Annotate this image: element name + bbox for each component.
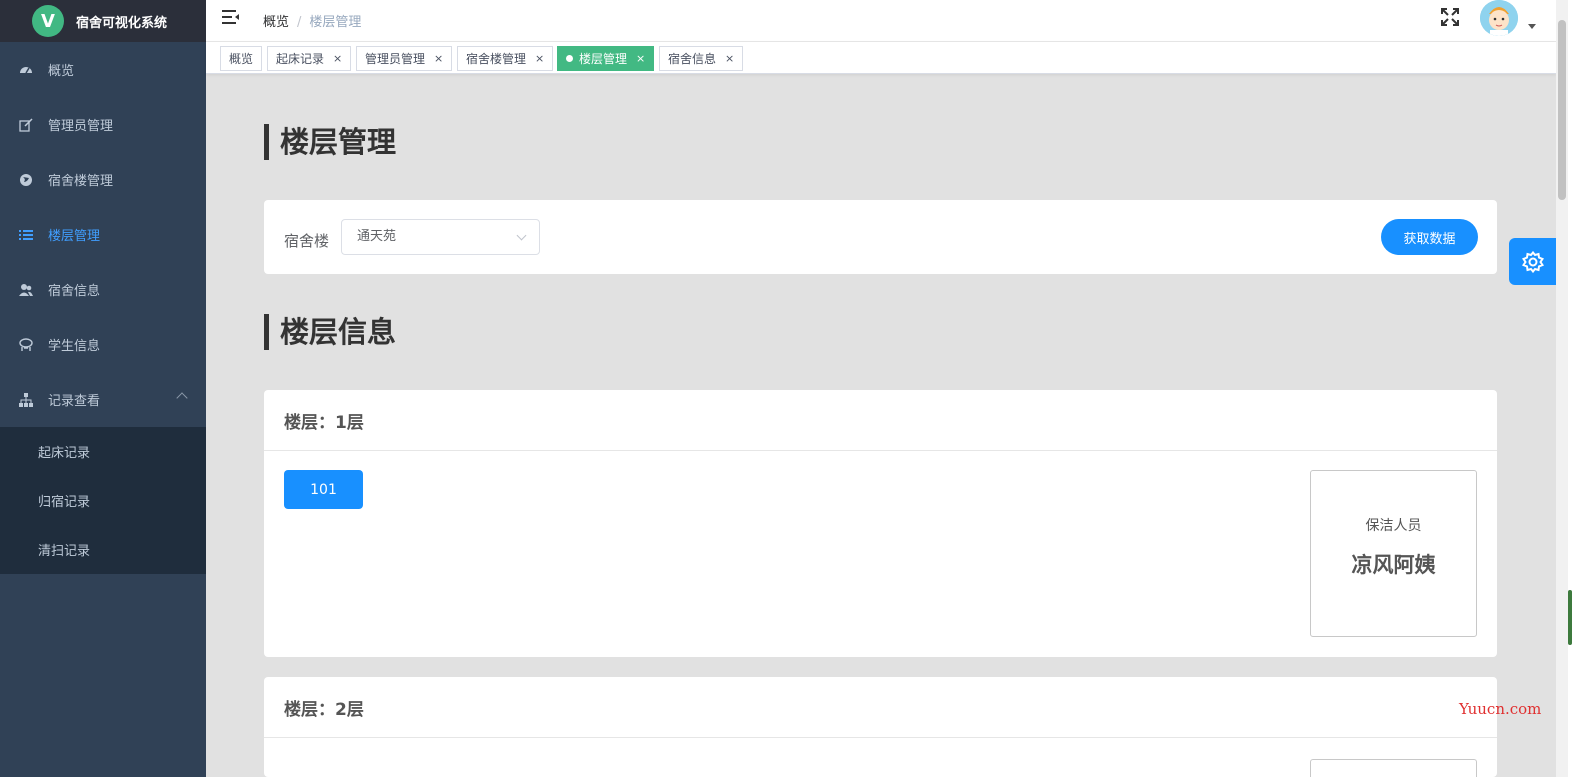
caret-down-icon[interactable] — [1528, 24, 1536, 29]
users-icon — [18, 282, 34, 298]
dashboard-icon — [18, 62, 34, 78]
submenu-item-cleaning[interactable]: 清扫记录 — [0, 525, 206, 574]
tag-building[interactable]: 宿舍楼管理 × — [457, 46, 554, 71]
floor-card: 楼层：2层 — [264, 677, 1497, 777]
tag-dorm-info[interactable]: 宿舍信息 × — [659, 46, 744, 71]
scrollbar-thumb[interactable] — [1558, 20, 1566, 200]
close-icon[interactable]: × — [333, 52, 342, 65]
close-icon[interactable]: × — [434, 52, 443, 65]
tag-label: 楼层管理 — [579, 52, 628, 66]
floor-title: 楼层：1层 — [264, 390, 1497, 451]
fullscreen-icon[interactable] — [1440, 7, 1460, 27]
section-title-floor-info: 楼层信息 — [264, 314, 396, 350]
sidebar-item-label: 管理员管理 — [48, 119, 114, 134]
logo[interactable]: V 宿舍可视化系统 — [0, 0, 206, 42]
sidebar-item-label: 学生信息 — [48, 339, 101, 354]
tag-label: 宿舍信息 — [668, 52, 717, 66]
avatar[interactable] — [1480, 0, 1518, 36]
tag-overview[interactable]: 概览 — [220, 46, 263, 71]
sidebar: V 宿舍可视化系统 概览 管理员管理 宿舍楼管理 楼层管理 宿舍信息 学生信息 … — [0, 0, 206, 777]
tags-view: 概览 起床记录 × 管理员管理 × 宿舍楼管理 × 楼层管理 × 宿舍信息 × — [206, 42, 1556, 74]
fetch-data-button[interactable]: 获取数据 — [1381, 219, 1478, 255]
sidebar-item-records[interactable]: 记录查看 — [0, 372, 206, 427]
cleaner-card — [1310, 759, 1477, 777]
building-select-value: 通天苑 — [357, 229, 397, 244]
sidebar-item-label: 楼层管理 — [48, 229, 101, 244]
scrollbar[interactable] — [1556, 0, 1568, 777]
settings-gear-icon[interactable] — [1509, 238, 1556, 285]
room-button[interactable]: 101 — [284, 470, 363, 509]
sidebar-item-label: 记录查看 — [48, 394, 101, 409]
edit-icon — [18, 117, 34, 133]
section-title-floor-management: 楼层管理 — [264, 124, 396, 160]
active-dot-icon — [566, 55, 573, 62]
edge-handle — [1568, 590, 1572, 645]
tag-label: 起床记录 — [276, 52, 325, 66]
close-icon[interactable]: × — [725, 52, 734, 65]
sidebar-item-label: 概览 — [48, 64, 75, 79]
records-submenu: 起床记录 归宿记录 清扫记录 — [0, 427, 206, 574]
floor-title: 楼层：2层 — [264, 677, 1497, 738]
globe-icon — [18, 172, 34, 188]
sidebar-item-overview[interactable]: 概览 — [0, 42, 206, 97]
right-edge — [1568, 0, 1594, 777]
tag-label: 宿舍楼管理 — [466, 52, 527, 66]
app-title: 宿舍可视化系统 — [76, 15, 168, 31]
sidebar-item-student[interactable]: 学生信息 — [0, 317, 206, 372]
navbar: 概览 / 楼层管理 — [206, 0, 1556, 42]
submenu-item-wakeup[interactable]: 起床记录 — [0, 427, 206, 476]
list-icon — [18, 227, 34, 243]
student-icon — [18, 337, 34, 353]
hamburger-icon[interactable] — [222, 9, 240, 25]
floor-card: 楼层：1层 101 保洁人员 凉风阿姨 — [264, 390, 1497, 657]
close-icon[interactable]: × — [636, 52, 645, 65]
breadcrumb-current: 楼层管理 — [309, 15, 362, 30]
tag-label: 概览 — [229, 52, 254, 66]
cleaner-name: 凉风阿姨 — [1351, 553, 1436, 577]
breadcrumb: 概览 / 楼层管理 — [263, 11, 361, 30]
breadcrumb-separator: / — [297, 15, 302, 30]
cleaner-card: 保洁人员 凉风阿姨 — [1310, 470, 1477, 637]
sidebar-item-admin[interactable]: 管理员管理 — [0, 97, 206, 152]
vue-logo-icon: V — [32, 5, 64, 37]
breadcrumb-item[interactable]: 概览 — [263, 15, 289, 30]
watermark: Yuucn.com — [1459, 700, 1542, 718]
sidebar-item-label: 宿舍信息 — [48, 284, 101, 299]
sidebar-item-label: 宿舍楼管理 — [48, 174, 114, 189]
chevron-down-icon — [516, 230, 527, 241]
sidebar-item-building[interactable]: 宿舍楼管理 — [0, 152, 206, 207]
building-select[interactable]: 通天苑 — [341, 219, 540, 255]
sidebar-item-floor[interactable]: 楼层管理 — [0, 207, 206, 262]
tag-label: 管理员管理 — [365, 52, 426, 66]
tag-wakeup-records[interactable]: 起床记录 × — [267, 46, 352, 71]
sidebar-item-dorm[interactable]: 宿舍信息 — [0, 262, 206, 317]
cleaner-label: 保洁人员 — [1365, 518, 1422, 534]
sitemap-icon — [18, 392, 34, 408]
tag-admin[interactable]: 管理员管理 × — [356, 46, 453, 71]
chevron-up-icon — [176, 392, 188, 404]
building-label: 宿舍楼 — [284, 232, 330, 250]
tag-floor[interactable]: 楼层管理 × — [557, 46, 655, 71]
filter-card: 宿舍楼 通天苑 获取数据 — [264, 200, 1497, 274]
close-icon[interactable]: × — [535, 52, 544, 65]
submenu-item-return[interactable]: 归宿记录 — [0, 476, 206, 525]
